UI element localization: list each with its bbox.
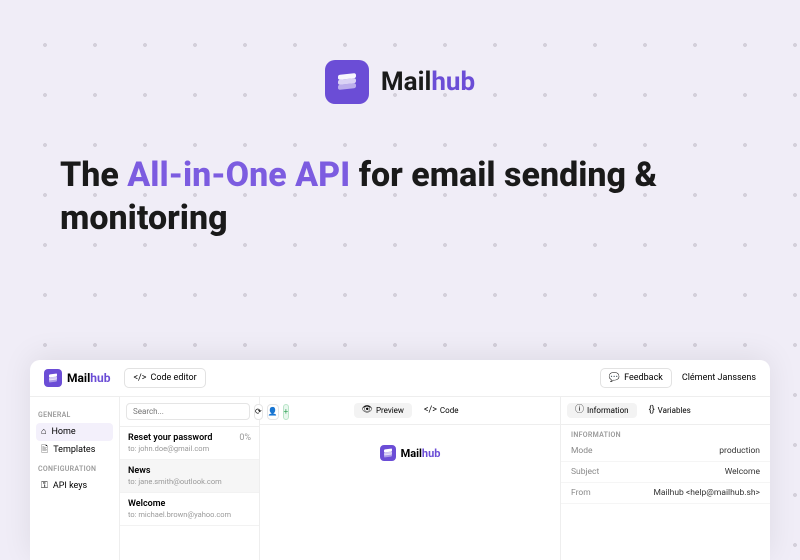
app-window: Mailhub </>Code editor 💬Feedback Clément… xyxy=(30,360,770,560)
logo-text: Mailhub xyxy=(67,371,110,385)
chat-icon: 💬 xyxy=(609,374,620,383)
info-row-subject: SubjectWelcome xyxy=(561,462,770,483)
list-item[interactable]: Welcome to: michael.brown@yahoo.com xyxy=(120,493,259,526)
document-icon: 🖹 xyxy=(41,446,48,455)
logo-badge-icon xyxy=(325,60,369,104)
preview-pane: 👁Preview </>Code Mailhub xyxy=(260,397,560,560)
tab-variables[interactable]: {}Variables xyxy=(641,403,699,418)
email-list: ⟳ 👤 + Reset your password0% to: john.doe… xyxy=(120,397,260,560)
hero-section: Mailhub The All-in-One API for email sen… xyxy=(0,0,800,269)
code-icon: </> xyxy=(133,374,146,383)
tab-preview[interactable]: 👁Preview xyxy=(354,403,412,418)
info-row-mode: Modeproduction xyxy=(561,441,770,462)
sidebar-item-apikeys[interactable]: ⚿API keys xyxy=(36,477,113,495)
sidebar-section-configuration: CONFIGURATION xyxy=(38,465,111,473)
list-item[interactable]: News to: jane.smith@outlook.com xyxy=(120,460,259,493)
sidebar-item-templates[interactable]: 🖹Templates xyxy=(36,441,113,459)
list-item[interactable]: Reset your password0% to: john.doe@gmail… xyxy=(120,427,259,460)
logo-badge-icon xyxy=(380,445,396,461)
logo-badge-icon xyxy=(44,369,62,387)
main-logo: Mailhub xyxy=(60,60,740,104)
search-input[interactable] xyxy=(126,403,250,420)
code-icon: </> xyxy=(424,406,437,415)
key-icon: ⚿ xyxy=(41,482,48,491)
eye-icon: 👁 xyxy=(362,406,373,415)
logo-text: Mailhub xyxy=(381,67,475,97)
app-logo[interactable]: Mailhub xyxy=(44,369,110,387)
tab-code[interactable]: </>Code xyxy=(416,403,467,418)
info-panel: ⓘInformation {}Variables INFORMATION Mod… xyxy=(560,397,770,560)
code-editor-button[interactable]: </>Code editor xyxy=(124,368,205,388)
tab-information[interactable]: ⓘInformation xyxy=(567,403,637,418)
feedback-button[interactable]: 💬Feedback xyxy=(600,368,672,388)
info-section-label: INFORMATION xyxy=(561,425,770,441)
headline: The All-in-One API for email sending & m… xyxy=(60,154,740,239)
braces-icon: {} xyxy=(649,406,655,415)
user-name[interactable]: Clément Janssens xyxy=(682,373,756,383)
info-row-from: FromMailhub <help@mailhub.sh> xyxy=(561,483,770,504)
preview-content-logo: Mailhub xyxy=(380,445,441,461)
sidebar: GENERAL ⌂Home 🖹Templates CONFIGURATION ⚿… xyxy=(30,397,120,560)
topbar: Mailhub </>Code editor 💬Feedback Clément… xyxy=(30,360,770,397)
sidebar-item-home[interactable]: ⌂Home xyxy=(36,423,113,441)
info-icon: ⓘ xyxy=(575,406,584,415)
home-icon: ⌂ xyxy=(41,428,46,437)
sidebar-section-general: GENERAL xyxy=(38,411,111,419)
